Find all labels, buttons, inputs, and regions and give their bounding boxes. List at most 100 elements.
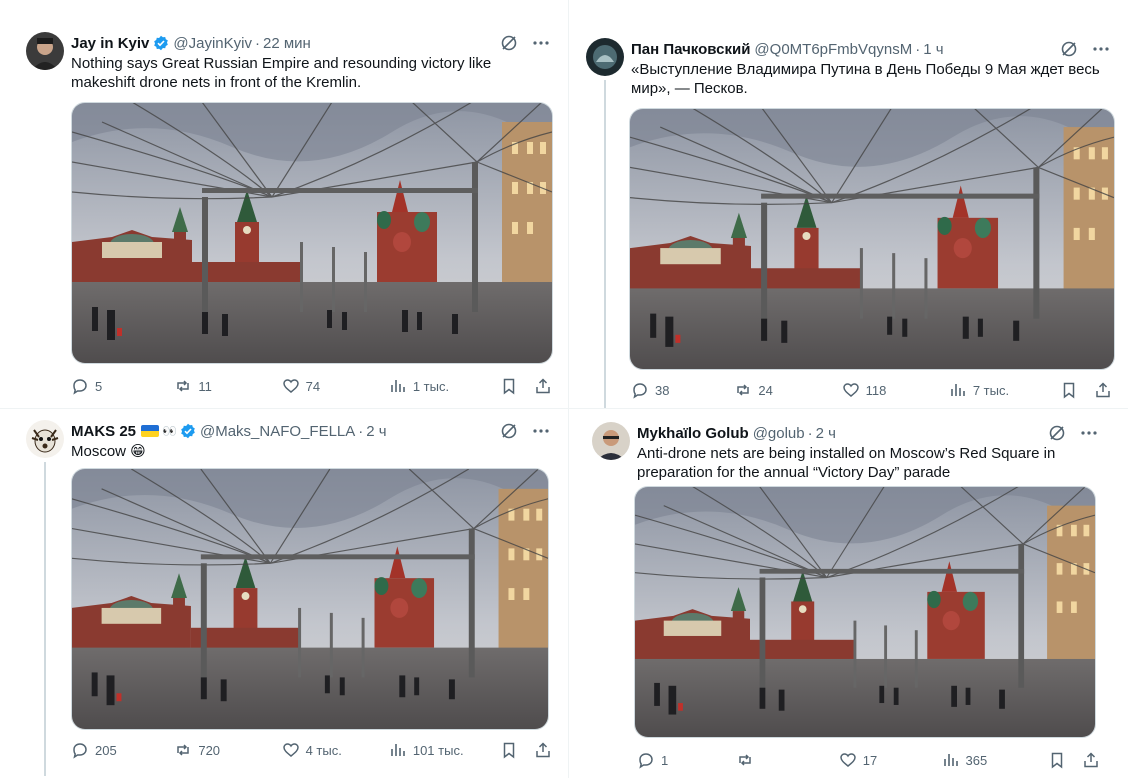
like-button[interactable]: 17 bbox=[839, 751, 942, 769]
tweet-text: Nothing says Great Russian Empire and re… bbox=[71, 55, 492, 91]
reply-count: 205 bbox=[95, 742, 117, 758]
bookmark-button[interactable] bbox=[1048, 751, 1066, 769]
reply-icon bbox=[73, 743, 87, 759]
views-icon bbox=[943, 754, 958, 766]
red-square-photo bbox=[630, 109, 1114, 369]
bookmark-icon bbox=[503, 742, 515, 759]
repost-button[interactable]: 24 bbox=[734, 381, 841, 399]
reply-button[interactable]: 38 bbox=[631, 381, 734, 399]
author-handle[interactable]: @Maks_NAFO_FELLA bbox=[200, 423, 355, 440]
tweet-card[interactable]: Mykhaïlo Golub @golub · 2 ч Anti-drone n… bbox=[580, 412, 1110, 776]
view-count: 7 тыс. bbox=[972, 382, 1010, 398]
repost-button[interactable]: 720 bbox=[174, 741, 281, 759]
like-count: 4 тыс. bbox=[305, 742, 342, 758]
author-name[interactable]: Mykhaïlo Golub bbox=[637, 425, 749, 442]
view-count: 1 тыс. bbox=[412, 378, 450, 394]
author-name[interactable]: MAKS 25 bbox=[71, 423, 136, 440]
tweet-text: Moscow 😁 bbox=[71, 443, 146, 460]
separator-dot: · bbox=[358, 422, 364, 440]
eyes-emoji: 👀 bbox=[162, 424, 177, 438]
views-button[interactable]: 1 тыс. bbox=[389, 377, 500, 395]
like-icon bbox=[840, 753, 856, 767]
bookmark-icon bbox=[1051, 752, 1063, 769]
row-divider bbox=[0, 408, 1128, 409]
views-icon bbox=[951, 384, 965, 396]
grok-icon[interactable] bbox=[500, 34, 518, 52]
tweet-text: «Выступление Владимира Путина в День Поб… bbox=[631, 61, 1100, 97]
tweet-photo[interactable] bbox=[634, 486, 1096, 738]
views-icon bbox=[391, 744, 405, 756]
like-icon bbox=[282, 743, 299, 757]
red-square-photo bbox=[72, 469, 548, 729]
tweet-photo[interactable] bbox=[71, 468, 549, 730]
author-name[interactable]: Пан Пачковский bbox=[631, 41, 750, 58]
views-button[interactable]: 365 bbox=[942, 751, 1048, 769]
avatar[interactable] bbox=[26, 420, 64, 458]
action-bar: 5 11 74 1 тыс. bbox=[71, 376, 552, 396]
repost-count: 11 bbox=[198, 378, 212, 394]
share-button[interactable] bbox=[534, 741, 552, 759]
avatar[interactable] bbox=[586, 38, 624, 76]
reply-count: 5 bbox=[95, 378, 103, 394]
more-icon[interactable] bbox=[532, 34, 550, 52]
retweet-icon bbox=[177, 744, 190, 756]
separator-dot: · bbox=[807, 424, 813, 442]
tweet-card[interactable]: Jay in Kyiv @JayinKyiv · 22 мин Nothing … bbox=[14, 22, 562, 408]
timestamp[interactable]: 2 ч bbox=[816, 425, 836, 442]
more-icon[interactable] bbox=[1092, 40, 1110, 58]
share-icon bbox=[1084, 752, 1098, 768]
bookmark-button[interactable] bbox=[500, 377, 518, 395]
share-icon bbox=[536, 742, 550, 758]
grok-icon[interactable] bbox=[500, 422, 518, 440]
view-count: 101 тыс. bbox=[412, 742, 464, 758]
grok-icon[interactable] bbox=[1060, 40, 1078, 58]
tweet-card[interactable]: Пан Пачковский @Q0MT6pFmbVqynsM · 1 ч «В… bbox=[574, 28, 1122, 408]
avatar[interactable] bbox=[26, 32, 64, 70]
like-button[interactable]: 74 bbox=[282, 377, 389, 395]
action-bar: 38 24 118 7 тыс. bbox=[631, 380, 1112, 400]
reply-button[interactable]: 1 bbox=[637, 751, 736, 769]
reply-count: 1 bbox=[661, 752, 669, 768]
views-button[interactable]: 7 тыс. bbox=[949, 381, 1060, 399]
timestamp[interactable]: 1 ч bbox=[923, 41, 943, 58]
share-button[interactable] bbox=[1082, 751, 1100, 769]
bookmark-button[interactable] bbox=[1060, 381, 1078, 399]
avatar[interactable] bbox=[592, 422, 630, 460]
author-handle[interactable]: @Q0MT6pFmbVqynsM bbox=[754, 41, 912, 58]
author-handle[interactable]: @golub bbox=[753, 425, 805, 442]
grok-icon[interactable] bbox=[1048, 424, 1066, 442]
retweet-icon bbox=[739, 754, 751, 766]
share-button[interactable] bbox=[534, 377, 552, 395]
tweet-header: Mykhaïlo Golub @golub · 2 ч bbox=[637, 422, 1098, 444]
like-icon bbox=[282, 379, 299, 393]
author-name[interactable]: Jay in Kyiv bbox=[71, 35, 149, 52]
tweet-header: MAKS 25 👀 @Maks_NAFO_FELLA · 2 ч bbox=[71, 420, 550, 442]
timestamp[interactable]: 2 ч bbox=[366, 423, 386, 440]
tweet-header: Jay in Kyiv @JayinKyiv · 22 мин bbox=[71, 32, 550, 54]
bookmark-icon bbox=[503, 378, 515, 395]
timestamp[interactable]: 22 мин bbox=[263, 35, 311, 52]
reply-button[interactable]: 205 bbox=[71, 741, 174, 759]
more-icon[interactable] bbox=[1080, 424, 1098, 442]
author-handle[interactable]: @JayinKyiv bbox=[173, 35, 252, 52]
ukraine-flag-icon bbox=[141, 425, 160, 437]
like-count: 74 bbox=[305, 378, 321, 394]
reply-button[interactable]: 5 bbox=[71, 377, 174, 395]
repost-button[interactable] bbox=[736, 751, 839, 769]
repost-count: 720 bbox=[198, 742, 221, 758]
like-button[interactable]: 118 bbox=[842, 381, 949, 399]
share-button[interactable] bbox=[1094, 381, 1112, 399]
tweet-card[interactable]: MAKS 25 👀 @Maks_NAFO_FELLA · 2 ч Moscow … bbox=[14, 410, 562, 776]
column-divider bbox=[568, 0, 569, 778]
retweet-icon bbox=[177, 380, 190, 392]
repost-button[interactable]: 11 bbox=[174, 377, 281, 395]
bookmark-button[interactable] bbox=[500, 741, 518, 759]
more-icon[interactable] bbox=[532, 422, 550, 440]
separator-dot: · bbox=[915, 40, 921, 58]
reply-icon bbox=[633, 383, 647, 399]
views-button[interactable]: 101 тыс. bbox=[389, 741, 500, 759]
tweet-photo[interactable] bbox=[629, 108, 1115, 370]
like-button[interactable]: 4 тыс. bbox=[282, 741, 389, 759]
tweet-photo[interactable] bbox=[71, 102, 553, 364]
view-count: 365 bbox=[965, 752, 988, 768]
